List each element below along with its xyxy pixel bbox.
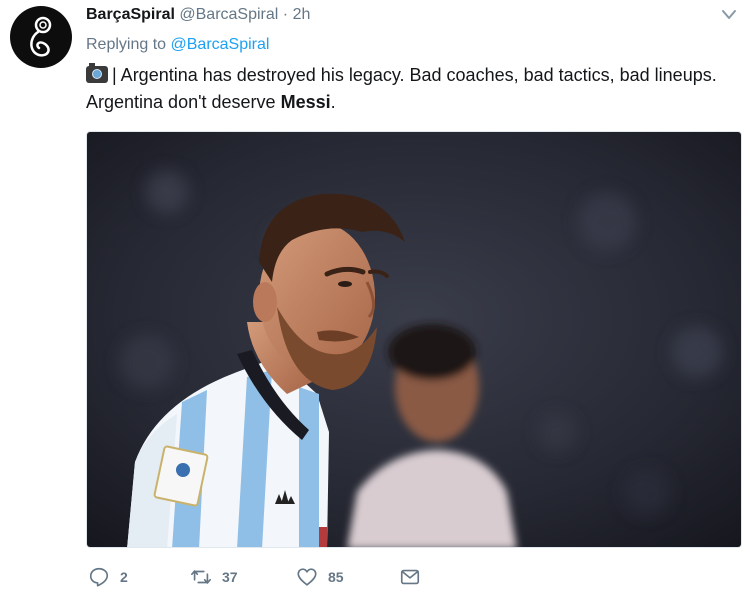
tweet-actions: 2 37 85 xyxy=(86,566,506,590)
player-photo-illustration xyxy=(87,132,741,547)
tweet-text-end: . xyxy=(330,92,336,112)
reply-icon xyxy=(89,567,109,587)
retweet-count: 37 xyxy=(222,569,238,585)
heart-icon xyxy=(297,568,317,586)
reply-button[interactable]: 2 xyxy=(88,566,128,588)
tweet-text-bold: Messi xyxy=(280,92,331,112)
reply-count: 2 xyxy=(120,569,128,585)
display-name[interactable]: BarçaSpiral xyxy=(86,6,175,23)
reply-prefix: Replying to xyxy=(86,36,167,53)
reply-mention-link[interactable]: @BarcaSpiral xyxy=(171,36,270,53)
tweet-photo[interactable] xyxy=(86,131,742,548)
tweet-text: | Argentina has destroyed his legacy. Ba… xyxy=(86,62,742,116)
retweet-button[interactable]: 37 xyxy=(190,566,238,588)
tweet-header: BarçaSpiral @BarcaSpiral · 2h xyxy=(86,5,310,25)
replying-to: Replying to @BarcaSpiral xyxy=(86,36,269,54)
avatar[interactable] xyxy=(10,6,72,68)
chevron-down-icon[interactable] xyxy=(719,7,739,23)
spiral-logo-icon xyxy=(30,16,52,57)
camera-emoji-icon xyxy=(86,63,108,83)
message-button[interactable] xyxy=(399,566,421,588)
separator-dot: · xyxy=(282,6,289,23)
like-button[interactable]: 85 xyxy=(296,566,344,588)
user-handle[interactable]: @BarcaSpiral xyxy=(179,6,278,23)
like-count: 85 xyxy=(328,569,344,585)
envelope-icon xyxy=(400,569,420,585)
timestamp[interactable]: 2h xyxy=(293,6,311,23)
tweet-text-body: | Argentina has destroyed his legacy. Ba… xyxy=(86,65,717,112)
retweet-icon xyxy=(191,570,211,584)
